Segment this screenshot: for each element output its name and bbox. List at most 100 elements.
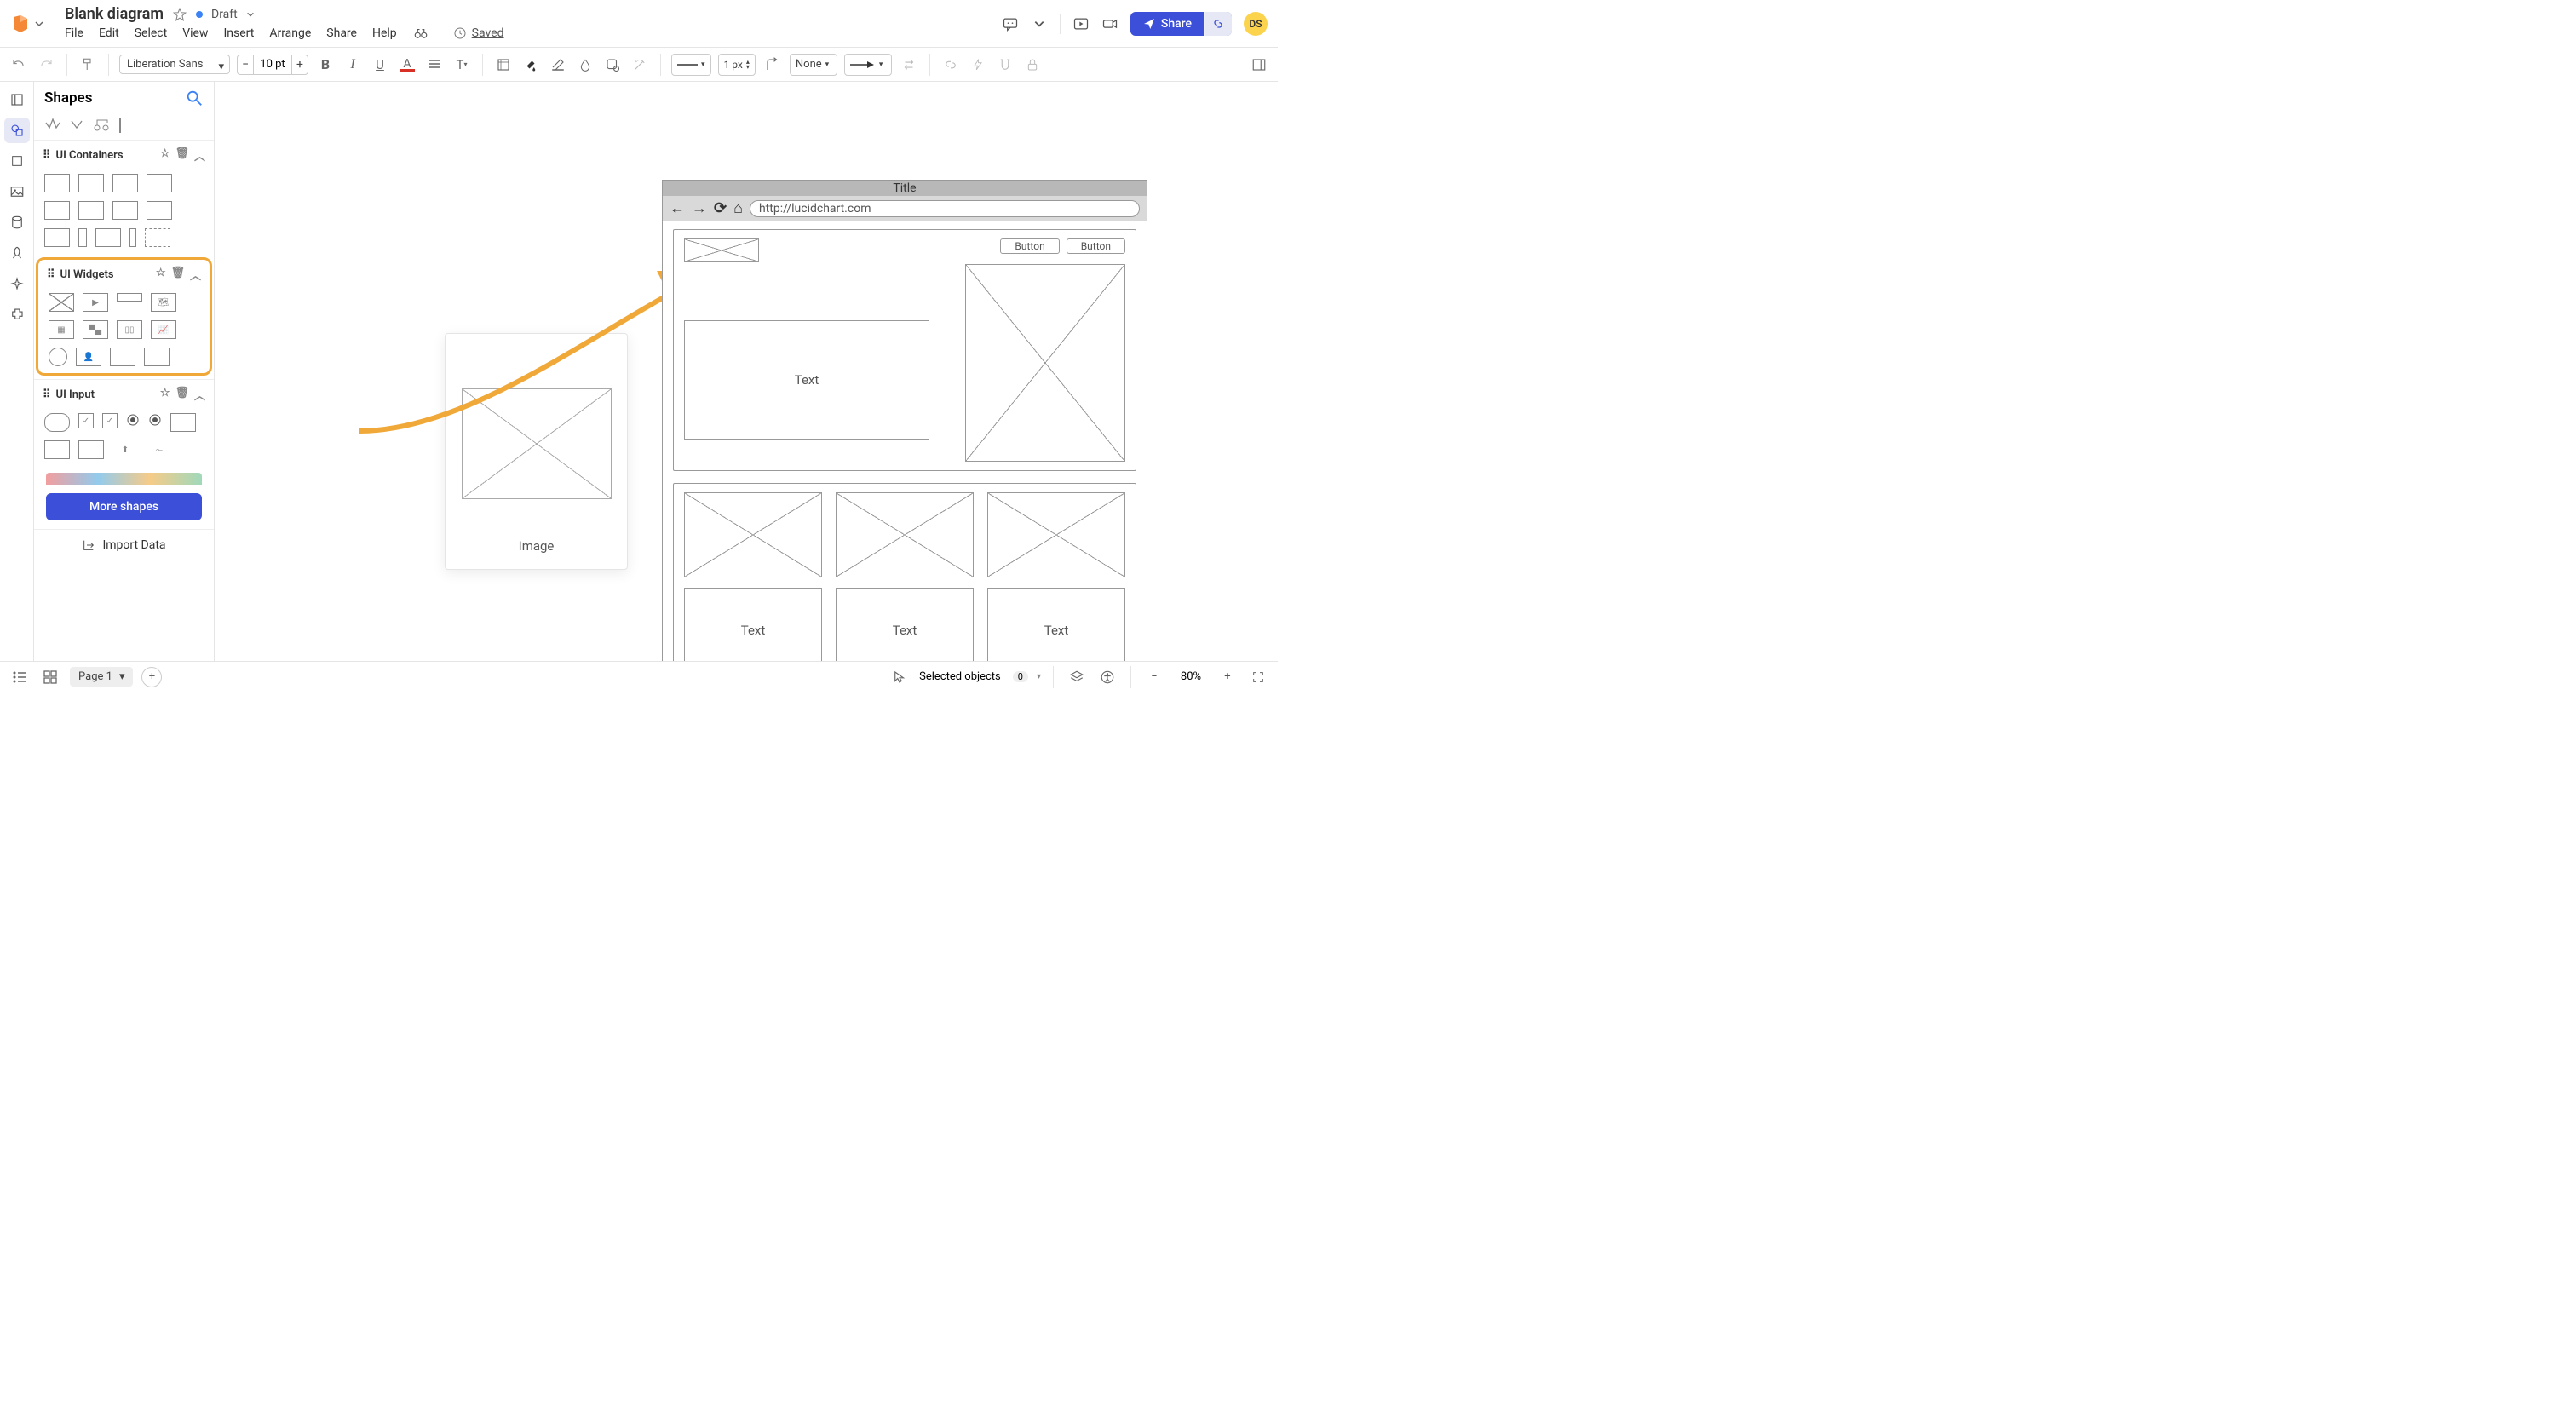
menu-view[interactable]: View — [182, 26, 208, 40]
chevron-down-icon[interactable] — [34, 19, 44, 29]
binoculars-icon[interactable] — [412, 25, 429, 42]
shape-thumb[interactable]: ⬆ — [112, 440, 138, 459]
rail-data-icon[interactable] — [4, 210, 30, 235]
shape-image-widget[interactable] — [49, 293, 74, 312]
grid-view-icon[interactable] — [39, 666, 61, 688]
shape-thumb[interactable]: ▯▯ — [117, 320, 142, 339]
border-color-button[interactable] — [548, 55, 568, 75]
link-button[interactable] — [940, 55, 961, 75]
rail-plugin-icon[interactable] — [4, 302, 30, 327]
menu-select[interactable]: Select — [135, 26, 167, 40]
shape-thumb[interactable]: ✓ — [78, 413, 94, 428]
shape-thumb[interactable] — [78, 440, 104, 459]
user-avatar[interactable]: DS — [1244, 12, 1268, 36]
shape-thumb[interactable] — [117, 293, 142, 302]
shape-thumb[interactable] — [49, 348, 67, 366]
shape-thumb[interactable] — [95, 228, 121, 247]
shape-thumb[interactable]: ▀▄ — [83, 320, 108, 339]
search-icon[interactable] — [185, 89, 204, 107]
font-size-increase[interactable]: + — [291, 55, 308, 75]
shape-thumb[interactable] — [70, 118, 83, 133]
app-logo[interactable] — [10, 14, 44, 34]
menu-help[interactable]: Help — [372, 26, 397, 40]
category-header[interactable]: ⠿ UI Widgets ☆ 🗑 ︿ — [38, 260, 210, 290]
share-button[interactable]: Share — [1130, 12, 1232, 36]
more-shapes-button[interactable]: More shapes — [46, 493, 202, 520]
list-view-icon[interactable] — [9, 666, 31, 688]
shape-thumb[interactable] — [112, 201, 138, 220]
layers-icon[interactable] — [1066, 666, 1088, 688]
font-color-button[interactable]: A — [397, 55, 417, 75]
menu-share[interactable]: Share — [326, 26, 357, 40]
fill-color-button[interactable] — [520, 55, 541, 75]
align-button[interactable] — [424, 55, 445, 75]
shape-thumb[interactable] — [119, 118, 121, 133]
line-start-select[interactable]: None▾ — [790, 54, 837, 76]
line-end-select[interactable]: ▾ — [844, 54, 892, 76]
font-size-decrease[interactable]: − — [237, 55, 254, 75]
font-family-select[interactable]: Liberation Sans ▾ — [119, 55, 230, 74]
share-link-button[interactable] — [1204, 12, 1232, 36]
page-tab[interactable]: Page 1 ▾ — [70, 667, 133, 687]
zoom-out-button[interactable]: − — [1143, 666, 1165, 688]
shape-thumb[interactable]: 📈 — [151, 320, 176, 339]
shape-thumb[interactable] — [44, 118, 61, 133]
shape-thumb[interactable] — [78, 228, 87, 247]
rail-shapes-icon[interactable] — [4, 118, 30, 143]
video-icon[interactable] — [1101, 15, 1118, 32]
wireframe-browser[interactable]: Title ← → ⟳ ⌂ http://lucidchart.com Text — [662, 180, 1147, 661]
rail-rocket-icon[interactable] — [4, 240, 30, 266]
shape-thumb[interactable] — [147, 201, 172, 220]
shape-thumb[interactable] — [44, 440, 70, 459]
shape-thumb[interactable] — [148, 413, 162, 432]
selection-icon[interactable] — [888, 666, 911, 688]
shape-thumb[interactable] — [78, 174, 104, 192]
shape-thumb[interactable] — [92, 118, 111, 133]
rail-square-icon[interactable] — [4, 148, 30, 174]
shape-thumb[interactable] — [44, 413, 70, 432]
lock-button[interactable] — [1022, 55, 1043, 75]
paint-format-button[interactable] — [78, 55, 98, 75]
comment-icon[interactable] — [1002, 15, 1019, 32]
shape-thumb[interactable] — [126, 413, 140, 432]
shape-thumb[interactable] — [147, 174, 172, 192]
trash-icon[interactable]: 🗑 — [175, 387, 189, 403]
status-label[interactable]: Draft — [211, 8, 238, 21]
star-icon[interactable] — [172, 7, 187, 22]
canvas[interactable]: Image Title ← → ⟳ ⌂ http://lucidchart.co… — [215, 82, 1278, 661]
rail-sparkle-icon[interactable] — [4, 271, 30, 296]
shape-thumb[interactable]: 🗺 — [151, 293, 176, 312]
opacity-button[interactable] — [575, 55, 595, 75]
underline-button[interactable]: U — [370, 55, 390, 75]
chevron-up-icon[interactable]: ︿ — [194, 387, 205, 403]
text-options-button[interactable]: T▾ — [451, 55, 472, 75]
bold-button[interactable]: B — [315, 55, 336, 75]
shape-thumb[interactable] — [110, 348, 135, 366]
trash-icon[interactable]: 🗑 — [175, 147, 189, 164]
chevron-down-icon[interactable] — [246, 10, 255, 19]
shape-thumb[interactable]: 👤 — [76, 348, 101, 366]
shape-thumb[interactable] — [129, 228, 136, 247]
menu-insert[interactable]: Insert — [223, 26, 254, 40]
chevron-up-icon[interactable]: ︿ — [190, 267, 201, 283]
rail-image-icon[interactable] — [4, 179, 30, 204]
undo-button[interactable] — [9, 55, 29, 75]
shape-thumb[interactable] — [144, 348, 170, 366]
shape-thumb[interactable] — [44, 201, 70, 220]
line-shape-button[interactable] — [762, 55, 783, 75]
zoom-level[interactable]: 80% — [1174, 670, 1208, 683]
menu-edit[interactable]: Edit — [99, 26, 119, 40]
italic-button[interactable]: I — [342, 55, 363, 75]
magic-button[interactable] — [630, 55, 650, 75]
shape-thumb[interactable] — [44, 174, 70, 192]
shape-thumb[interactable] — [170, 413, 196, 432]
shape-thumb[interactable] — [112, 174, 138, 192]
panels-button[interactable] — [1249, 55, 1269, 75]
shape-thumb[interactable] — [78, 201, 104, 220]
chevron-down-icon[interactable] — [1031, 15, 1048, 32]
shape-thumb[interactable]: ⟜ — [147, 440, 172, 459]
redo-button[interactable] — [36, 55, 56, 75]
play-icon[interactable] — [1072, 15, 1090, 32]
shape-thumb[interactable]: ✓ — [102, 413, 118, 428]
trash-icon[interactable]: 🗑 — [170, 267, 185, 283]
